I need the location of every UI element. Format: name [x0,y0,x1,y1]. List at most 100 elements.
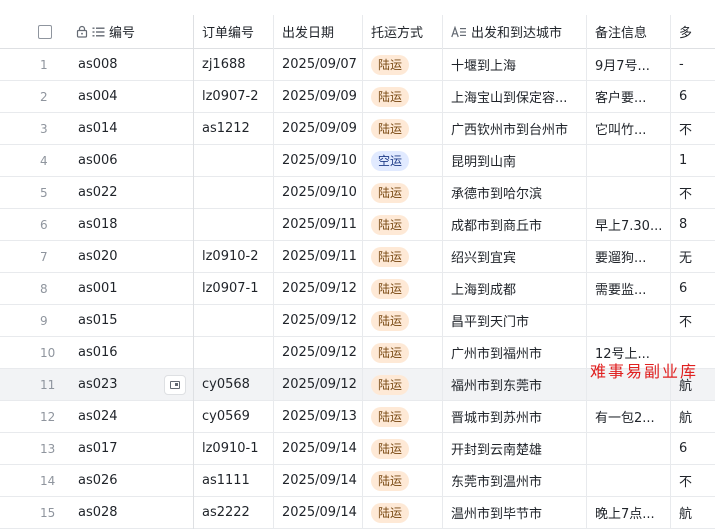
cell-note[interactable]: 9月7号... [587,49,671,80]
cell-date[interactable]: 2025/09/10 [274,177,363,208]
cell-order[interactable]: as2222 [194,497,274,528]
expand-record-button[interactable] [164,375,186,395]
cell-route[interactable]: 上海到成都 [443,273,587,304]
cell-route[interactable]: 承德市到哈尔滨 [443,177,587,208]
table-row[interactable]: 9 as015 2025/09/12 陆运 昌平到天门市 不 [0,305,715,337]
cell-note[interactable]: 客户要... [587,81,671,112]
cell-extra[interactable]: 不 [671,465,715,496]
cell-id[interactable]: as006 [66,145,166,176]
select-all-checkbox[interactable] [38,24,52,39]
cell-id[interactable]: as015 [66,305,166,336]
cell-date[interactable]: 2025/09/14 [274,433,363,464]
cell-mode[interactable]: 陆运 [363,209,443,240]
cell-note[interactable] [587,177,671,208]
cell-note[interactable]: 早上7.30... [587,209,671,240]
cell-mode[interactable]: 陆运 [363,433,443,464]
table-row[interactable]: 1 as008 zj1688 2025/09/07 陆运 十堰到上海 9月7号... - [0,49,715,81]
cell-id[interactable]: as020 [66,241,166,272]
cell-order[interactable] [194,177,274,208]
cell-order[interactable]: as1212 [194,113,274,144]
cell-extra[interactable]: 不 [671,305,715,336]
cell-extra[interactable]: 航 [671,401,715,432]
cell-date[interactable]: 2025/09/13 [274,401,363,432]
cell-id[interactable]: as024 [66,401,166,432]
cell-extra[interactable]: - [671,49,715,80]
cell-order[interactable] [194,209,274,240]
table-row[interactable]: 6 as018 2025/09/11 陆运 成都市到商丘市 早上7.30... 8 [0,209,715,241]
column-header-id[interactable]: 编号 [66,15,194,48]
cell-extra[interactable]: 不 [671,113,715,144]
cell-order[interactable]: zj1688 [194,49,274,80]
cell-mode[interactable]: 陆运 [363,241,443,272]
cell-mode[interactable]: 陆运 [363,113,443,144]
cell-order[interactable]: lz0907-2 [194,81,274,112]
cell-id[interactable]: as018 [66,209,166,240]
cell-order[interactable]: lz0907-1 [194,273,274,304]
cell-route[interactable]: 开封到云南楚雄 [443,433,587,464]
cell-route[interactable]: 福州市到东莞市 [443,369,587,400]
cell-id[interactable]: as008 [66,49,166,80]
cell-extra[interactable]: 不 [671,177,715,208]
cell-note[interactable]: 需要监... [587,273,671,304]
table-row[interactable]: 7 as020 lz0910-2 2025/09/11 陆运 绍兴到宜宾 要遛狗... 无 [0,241,715,273]
cell-date[interactable]: 2025/09/12 [274,273,363,304]
cell-extra[interactable]: 8 [671,209,715,240]
cell-mode[interactable]: 陆运 [363,337,443,368]
cell-date[interactable]: 2025/09/12 [274,305,363,336]
cell-mode[interactable]: 陆运 [363,305,443,336]
table-row[interactable]: 4 as006 2025/09/10 空运 昆明到山南 1 [0,145,715,177]
column-header-extra[interactable]: 多 [671,15,715,48]
cell-id[interactable]: as022 [66,177,166,208]
cell-id[interactable]: as017 [66,433,166,464]
table-row[interactable]: 12 as024 cy0569 2025/09/13 陆运 晋城市到苏州市 有一包2... 航 [0,401,715,433]
cell-order[interactable]: as1111 [194,465,274,496]
column-header-mode[interactable]: 托运方式 [363,15,443,48]
cell-extra[interactable]: 6 [671,81,715,112]
cell-id[interactable]: as028 [66,497,166,528]
cell-mode[interactable]: 空运 [363,145,443,176]
cell-date[interactable]: 2025/09/14 [274,497,363,528]
cell-route[interactable]: 东莞市到温州市 [443,465,587,496]
cell-id[interactable]: as026 [66,465,166,496]
cell-note[interactable]: 要遛狗... [587,241,671,272]
cell-mode[interactable]: 陆运 [363,81,443,112]
cell-mode[interactable]: 陆运 [363,369,443,400]
cell-mode[interactable]: 陆运 [363,465,443,496]
cell-date[interactable]: 2025/09/12 [274,337,363,368]
cell-mode[interactable]: 陆运 [363,177,443,208]
cell-mode[interactable]: 陆运 [363,497,443,528]
cell-note[interactable] [587,465,671,496]
cell-id[interactable]: as001 [66,273,166,304]
cell-date[interactable]: 2025/09/09 [274,81,363,112]
cell-note[interactable] [587,145,671,176]
cell-mode[interactable]: 陆运 [363,49,443,80]
cell-note[interactable] [587,433,671,464]
cell-date[interactable]: 2025/09/07 [274,49,363,80]
cell-extra[interactable]: 航 [671,497,715,528]
cell-id[interactable]: as023 [66,369,166,400]
cell-id[interactable]: as004 [66,81,166,112]
cell-mode[interactable]: 陆运 [363,273,443,304]
cell-date[interactable]: 2025/09/09 [274,113,363,144]
cell-order[interactable]: lz0910-1 [194,433,274,464]
cell-route[interactable]: 昌平到天门市 [443,305,587,336]
cell-route[interactable]: 广西钦州市到台州市 [443,113,587,144]
cell-note[interactable]: 晚上7点... [587,497,671,528]
cell-date[interactable]: 2025/09/14 [274,465,363,496]
table-row[interactable]: 2 as004 lz0907-2 2025/09/09 陆运 上海宝山到保定容... 客户要… [0,81,715,113]
cell-order[interactable] [194,337,274,368]
cell-route[interactable]: 温州市到毕节市 [443,497,587,528]
cell-order[interactable]: cy0569 [194,401,274,432]
column-header-note[interactable]: 备注信息 [587,15,671,48]
cell-extra[interactable]: 无 [671,241,715,272]
table-row[interactable]: 13 as017 lz0910-1 2025/09/14 陆运 开封到云南楚雄 6 [0,433,715,465]
table-row[interactable]: 5 as022 2025/09/10 陆运 承德市到哈尔滨 不 [0,177,715,209]
cell-route[interactable]: 晋城市到苏州市 [443,401,587,432]
cell-id[interactable]: as016 [66,337,166,368]
table-row[interactable]: 8 as001 lz0907-1 2025/09/12 陆运 上海到成都 需要监... 6 [0,273,715,305]
cell-id[interactable]: as014 [66,113,166,144]
cell-extra[interactable]: 6 [671,273,715,304]
cell-date[interactable]: 2025/09/12 [274,369,363,400]
cell-order[interactable] [194,145,274,176]
table-row[interactable]: 14 as026 as1111 2025/09/14 陆运 东莞市到温州市 不 [0,465,715,497]
